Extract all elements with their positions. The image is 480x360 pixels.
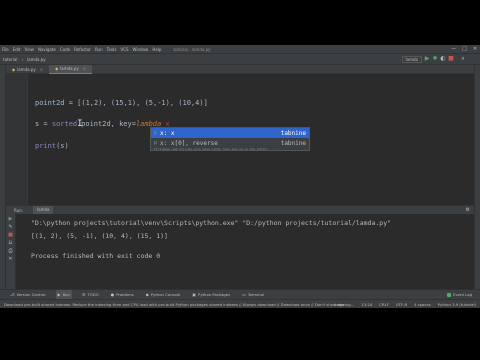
console-result: [(1, 2), (5, -1), (10, 4), (15, 1)]	[31, 232, 168, 240]
package-icon: ▣	[192, 292, 197, 297]
run-toolbar: ▶ ✎ ■ ⇊ ⎙ ✕	[6, 214, 16, 289]
run-icon[interactable]: ▶	[424, 56, 430, 62]
navigation-bar: tutorial › lamda.py lamda ▶ ✹ ◐ ■ ⌕	[0, 53, 480, 65]
tool-run[interactable]: ▶ Run	[55, 289, 72, 300]
pycharm-window: File Edit View Navigate Code Refactor Ru…	[0, 45, 480, 308]
minimize-icon[interactable]: —	[451, 46, 456, 52]
tab-label: lamda.py	[17, 66, 36, 72]
window-title: tutorial - lamda.py	[173, 46, 211, 52]
branch-icon: ⎇	[10, 292, 15, 297]
breadcrumb-separator-icon: ›	[21, 56, 24, 62]
scroll-to-end-icon[interactable]: ⇊	[8, 241, 12, 246]
run-configuration-select[interactable]: lamda	[401, 56, 422, 63]
tool-terminal[interactable]: ▭ Terminal	[240, 290, 266, 300]
breadcrumb-project[interactable]: tutorial	[3, 57, 17, 62]
status-bar: Download pre-built shared indexes: Reduc…	[0, 299, 480, 308]
event-log-icon	[447, 292, 452, 297]
tab-label: lamda.py	[60, 66, 79, 71]
editor-tabs: ◆ lamda.py × ◆ lamda.py ×	[6, 64, 474, 74]
status-interpreter[interactable]: Python 3.9 (tutorial)	[438, 302, 476, 307]
menu-help[interactable]: Help	[152, 47, 161, 52]
menu-refactor[interactable]: Refactor	[74, 47, 91, 52]
problems-icon: ●	[110, 292, 115, 297]
menu-file[interactable]: File	[2, 47, 9, 52]
menu-code[interactable]: Code	[60, 47, 70, 52]
terminal-icon: ▭	[242, 292, 246, 297]
list-icon: ☰	[81, 292, 86, 297]
completion-text: x: x	[160, 129, 175, 137]
stop-icon[interactable]: ■	[8, 233, 13, 238]
video-letterbox-top	[0, 0, 480, 45]
rerun-icon[interactable]: ▶	[9, 217, 13, 222]
gear-icon[interactable]: ⚙	[466, 207, 470, 213]
close-window-icon[interactable]: ✕	[473, 46, 477, 52]
menu-window[interactable]: Window	[133, 47, 149, 52]
completion-hint: Ctrl+Down and Ctrl+Up will move caret do…	[154, 147, 268, 151]
search-everywhere-icon[interactable]: ⌕	[460, 56, 466, 62]
menu-tools[interactable]: Tools	[107, 47, 117, 52]
right-tool-strip	[474, 65, 480, 300]
status-indent[interactable]: 4 spaces	[414, 302, 431, 307]
close-tab-icon[interactable]: ×	[40, 67, 43, 72]
tab-lamda-1[interactable]: ◆ lamda.py ×	[6, 65, 49, 74]
completion-popup: p x: x tabnine p x: x[0], reverse tabnin…	[150, 127, 310, 151]
print-icon[interactable]: ⎙	[8, 249, 12, 254]
run-console-output[interactable]: "D:\python projects\tutorial\venv\Script…	[16, 214, 474, 289]
tab-lamda-2[interactable]: ◆ lamda.py ×	[49, 64, 93, 74]
breadcrumb-file[interactable]: lamda.py	[27, 57, 46, 62]
python-file-icon: ◆	[55, 66, 59, 71]
status-caret-position[interactable]: 13:24	[361, 302, 372, 307]
parameter-icon: p	[154, 130, 158, 136]
python-console-icon: ◆	[145, 292, 149, 297]
maximize-icon[interactable]: □	[462, 46, 467, 52]
code-line-point2d: point2d = [(1,2), (15,1), (5,-1), (10,4)…	[35, 99, 208, 107]
completion-source: tabnine	[280, 139, 306, 147]
parameter-icon: p	[154, 140, 158, 146]
play-icon: ▶	[57, 292, 61, 297]
console-command: "D:\python projects\tutorial\venv\Script…	[31, 219, 392, 227]
menu-navigate[interactable]: Navigate	[38, 47, 56, 52]
close-tab-icon[interactable]: ×	[83, 66, 86, 71]
menu-run[interactable]: Run	[95, 47, 103, 52]
status-line-separator[interactable]: CRLF	[379, 302, 389, 307]
debug-icon[interactable]: ✹	[432, 56, 438, 62]
coverage-icon[interactable]: ◐	[440, 56, 446, 62]
tool-problems[interactable]: ● Problems	[109, 290, 136, 300]
console-exit-message: Process finished with exit code 0	[31, 252, 161, 260]
bottom-tool-window-bar: ⎇ Version Control ▶ Run ☰ TODO ● Problems ◆ P…	[0, 289, 480, 300]
wrench-icon[interactable]: ✎	[8, 225, 12, 230]
menu-bar: File Edit View Navigate Code Refactor Ru…	[0, 45, 480, 53]
tool-python-console[interactable]: ◆ Python Console	[144, 290, 183, 300]
menu-view[interactable]: View	[24, 47, 34, 52]
menu-edit[interactable]: Edit	[13, 47, 21, 52]
code-line-print: print(s)	[35, 142, 69, 150]
python-file-icon: ◆	[12, 66, 16, 72]
completion-item[interactable]: p x: x tabnine	[151, 128, 309, 138]
run-panel-header: Run: lamda ⚙	[6, 205, 474, 215]
status-encoding[interactable]: UTF-8	[396, 302, 407, 307]
window-controls: — □ ✕	[451, 46, 477, 52]
event-log[interactable]: Event Log	[447, 292, 472, 297]
menu-vcs[interactable]: VCS	[120, 47, 128, 52]
status-widgets: Indexing... 13:24 CRLF UTF-8 4 spaces Py…	[334, 302, 476, 307]
tool-version-control[interactable]: ⎇ Version Control	[8, 290, 48, 300]
video-letterbox-bottom	[0, 308, 480, 360]
status-message[interactable]: Download pre-built shared indexes: Reduc…	[4, 302, 344, 307]
status-indexing[interactable]: Indexing...	[334, 302, 354, 307]
trash-icon[interactable]: ✕	[8, 257, 12, 262]
tool-todo[interactable]: ☰ TODO	[80, 290, 101, 300]
tool-python-packages[interactable]: ▣ Python Packages	[190, 290, 232, 300]
stop-icon[interactable]: ■	[448, 56, 454, 62]
completion-text: x: x[0], reverse	[160, 139, 218, 147]
completion-item[interactable]: p x: x[0], reverse tabnine	[151, 138, 309, 148]
completion-source: tabnine	[280, 129, 306, 137]
